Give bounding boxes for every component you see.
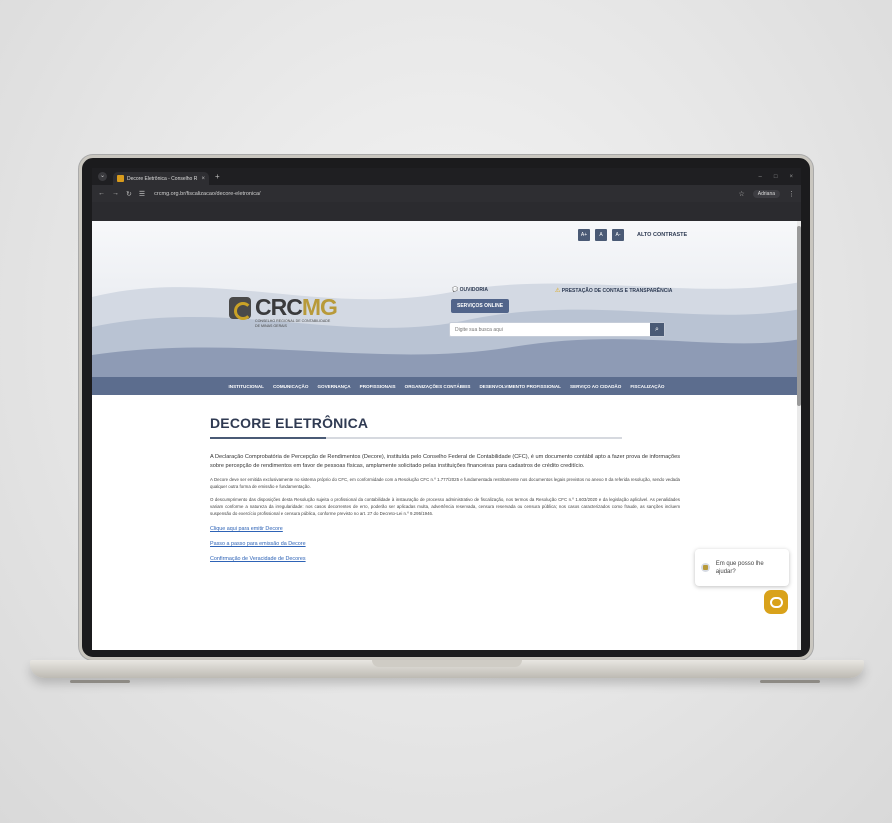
transparency-label: PRESTAÇÃO DE CONTAS E TRANSPARÊNCIA — [561, 288, 673, 294]
ouvidoria-link[interactable]: 💬 OUVIDORIA — [452, 287, 488, 293]
nav-governanca[interactable]: GOVERNANÇA — [317, 384, 350, 389]
nav-institucional[interactable]: INSTITUCIONAL — [228, 384, 263, 389]
star-icon[interactable]: ☆ — [738, 190, 744, 198]
toolbar-strip — [92, 202, 801, 221]
tab-bar: ⌄ Decore Eletrônica - Conselho R × + – □… — [92, 168, 801, 185]
nav-desenvolvimento[interactable]: DESENVOLVIMENTO PROFISSIONAL — [479, 384, 561, 389]
high-contrast-link[interactable]: ALTO CONTRASTE — [637, 232, 687, 238]
font-decrease-button[interactable]: A- — [612, 229, 624, 241]
browser-tab[interactable]: Decore Eletrônica - Conselho R × — [113, 172, 209, 185]
nav-servico-cidadao[interactable]: SERVIÇO AO CIDADÃO — [570, 384, 621, 389]
screen: ⌄ Decore Eletrônica - Conselho R × + – □… — [92, 168, 801, 650]
laptop-foot-left — [70, 680, 130, 683]
laptop-notch — [372, 660, 522, 667]
profile-label: Adriana — [757, 190, 775, 197]
logo-subtitle: CONSELHO REGIONAL DE CONTABILIDADE DE MI… — [255, 319, 331, 328]
address-bar: ← → ↻ ☰ crcmg.org.br/fiscalizacao/decore… — [92, 185, 801, 202]
chat-bubble-icon — [769, 596, 783, 608]
page-title: DECORE ELETRÔNICA — [210, 415, 369, 431]
logo-mg: MG — [301, 294, 338, 320]
emission-paragraph: A Decore deve ser emitida exclusivamente… — [210, 477, 680, 489]
logo-crc: CRC — [255, 294, 303, 320]
url-field[interactable]: crcmg.org.br/fiscalizacao/decore-eletron… — [154, 191, 260, 197]
transparency-link[interactable]: ⚠ PRESTAÇÃO DE CONTAS E TRANSPARÊNCIA — [555, 287, 672, 294]
chat-prompt-text: Em que posso lhe ajudar? — [715, 560, 764, 575]
emit-decore-link[interactable]: Clique aqui para emitir Decore — [210, 526, 680, 532]
site-logo[interactable]: CRC MG — [229, 294, 338, 321]
tab-title: Decore Eletrônica - Conselho R — [127, 175, 198, 182]
font-increase-button[interactable]: A+ — [578, 229, 590, 241]
site-header: A+ A A- ALTO CONTRASTE CRC MG CONSELHO RE… — [92, 221, 801, 377]
window-controls: – □ × — [759, 174, 801, 180]
main-content: DECORE ELETRÔNICA A Declaração Comprobat… — [210, 415, 680, 562]
penalty-paragraph: O descumprimento das disposições desta R… — [210, 497, 680, 516]
nav-comunicacao[interactable]: COMUNICAÇÃO — [273, 384, 308, 389]
reload-icon[interactable]: ↻ — [126, 190, 132, 198]
profile-button[interactable]: Adriana — [752, 189, 780, 198]
chat-avatar-icon — [701, 563, 710, 572]
chat-launcher-button[interactable] — [764, 590, 788, 614]
ouvidoria-label: OUVIDORIA — [459, 287, 488, 293]
font-reset-button[interactable]: A — [595, 229, 607, 241]
chat-prompt[interactable]: Em que posso lhe ajudar? — [695, 549, 789, 586]
back-icon[interactable]: ← — [98, 190, 105, 197]
title-divider — [210, 437, 622, 439]
search-box: ⌕ — [449, 322, 665, 337]
page-scrollbar[interactable] — [797, 221, 801, 650]
nav-profissionais[interactable]: PROFISSIONAIS — [360, 384, 396, 389]
web-page: A+ A A- ALTO CONTRASTE CRC MG CONSELHO RE… — [92, 221, 801, 650]
main-nav: INSTITUCIONAL COMUNICAÇÃO GOVERNANÇA PRO… — [92, 377, 801, 395]
forward-icon[interactable]: → — [112, 190, 119, 197]
online-services-button[interactable]: SERVIÇOS ONLINE — [451, 299, 510, 313]
tab-close-icon[interactable]: × — [201, 176, 205, 182]
header-waves — [92, 282, 801, 377]
step-by-step-link[interactable]: Passo a passo para emissão da Decore — [210, 541, 680, 547]
favicon-icon — [117, 175, 124, 182]
new-tab-icon[interactable]: + — [215, 172, 220, 181]
logo-mark-icon — [229, 296, 252, 320]
laptop-foot-right — [760, 680, 820, 683]
accessibility-controls: A+ A A- ALTO CONTRASTE — [578, 229, 687, 241]
maximize-icon[interactable]: □ — [774, 174, 778, 180]
warning-icon: ⚠ — [555, 288, 561, 294]
minimize-icon[interactable]: – — [759, 174, 762, 180]
intro-paragraph: A Declaração Comprobatória de Percepção … — [210, 454, 680, 469]
chat-icon: 💬 — [452, 287, 459, 293]
verify-decore-link[interactable]: Confirmação de Veracidade de Decores — [210, 556, 680, 562]
close-window-icon[interactable]: × — [789, 174, 793, 180]
scrollbar-thumb[interactable] — [797, 226, 801, 406]
search-icon[interactable]: ⌕ — [650, 323, 664, 336]
nav-fiscalizacao[interactable]: FISCALIZAÇÃO — [630, 384, 664, 389]
nav-organizacoes[interactable]: ORGANIZAÇÕES CONTÁBEIS — [405, 384, 471, 389]
menu-icon[interactable]: ⋮ — [788, 190, 795, 198]
tab-search-icon[interactable]: ⌄ — [98, 172, 107, 181]
search-input[interactable] — [450, 323, 650, 336]
site-info-icon[interactable]: ☰ — [139, 190, 145, 198]
